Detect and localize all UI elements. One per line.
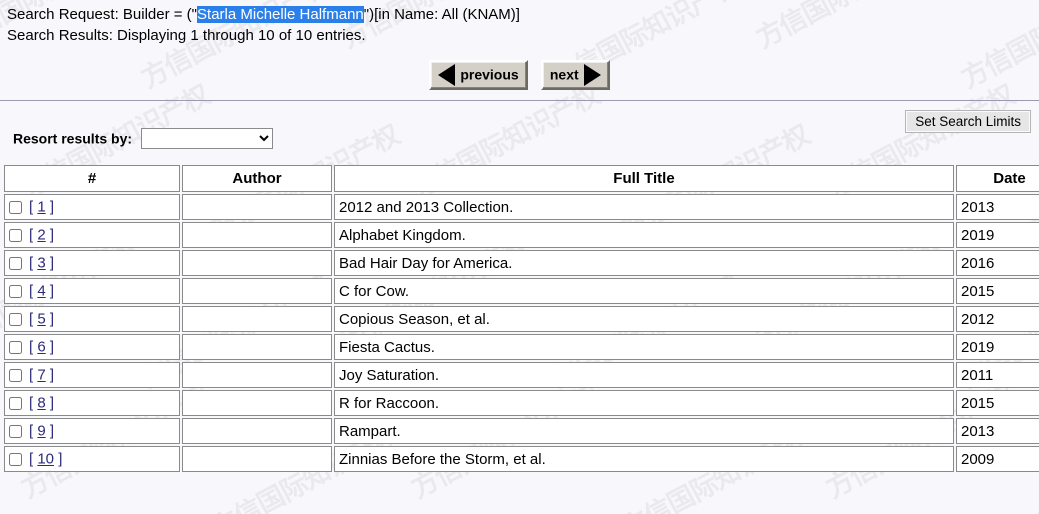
resort-control-group: Resort results by: (13, 128, 274, 149)
row-select-checkbox[interactable] (9, 256, 22, 270)
table-row: [ 3 ] Bad Hair Day for America. 2016 (4, 250, 1039, 276)
previous-button[interactable]: previous (429, 60, 528, 90)
row-number-cell: [ 3 ] (4, 250, 180, 276)
table-row: [ 8 ] R for Raccoon. 2015 (4, 390, 1039, 416)
row-title-cell: Copious Season, et al. (334, 306, 954, 332)
row-number-link[interactable]: [ 1 ] (29, 199, 54, 216)
row-title-cell: C for Cow. (334, 278, 954, 304)
row-number-cell: [ 5 ] (4, 306, 180, 332)
row-number-cell: [ 2 ] (4, 222, 180, 248)
row-author-cell (182, 334, 332, 360)
row-number-link[interactable]: [ 6 ] (29, 339, 54, 356)
row-number-link[interactable]: [ 2 ] (29, 227, 54, 244)
row-date-cell: 2013 (956, 194, 1039, 220)
row-date-cell: 2015 (956, 278, 1039, 304)
row-author-cell (182, 390, 332, 416)
row-number-link[interactable]: [ 7 ] (29, 367, 54, 384)
next-button-label: next (549, 66, 579, 83)
row-number-cell: [ 1 ] (4, 194, 180, 220)
column-header-title: Full Title (334, 165, 954, 192)
search-request-suffix: ")[in Name: All (KNAM)] (363, 6, 520, 23)
set-search-limits-button[interactable]: Set Search Limits (905, 110, 1031, 133)
row-number-link[interactable]: [ 5 ] (29, 311, 54, 328)
row-date-cell: 2019 (956, 334, 1039, 360)
row-title-cell: Joy Saturation. (334, 362, 954, 388)
resort-results-select[interactable] (141, 128, 274, 149)
row-author-cell (182, 362, 332, 388)
row-date-cell: 2012 (956, 306, 1039, 332)
column-header-number: # (4, 165, 180, 192)
search-request-line: Search Request: Builder = ("Starla Miche… (0, 0, 1039, 25)
table-row: [ 4 ] C for Cow. 2015 (4, 278, 1039, 304)
table-header-row: # Author Full Title Date (4, 165, 1039, 192)
row-date-cell: 2009 (956, 446, 1039, 472)
table-row: [ 9 ] Rampart. 2013 (4, 418, 1039, 444)
row-number-cell: [ 6 ] (4, 334, 180, 360)
table-row: [ 7 ] Joy Saturation. 2011 (4, 362, 1039, 388)
row-title-cell: Zinnias Before the Storm, et al. (334, 446, 954, 472)
row-title-cell: R for Raccoon. (334, 390, 954, 416)
row-number-link[interactable]: [ 3 ] (29, 255, 54, 272)
table-row: [ 1 ] 2012 and 2013 Collection. 2013 (4, 194, 1039, 220)
pagination-nav: previous next (0, 60, 1039, 94)
row-date-cell: 2013 (956, 418, 1039, 444)
search-results-line: Search Results: Displaying 1 through 10 … (7, 27, 366, 44)
row-author-cell (182, 222, 332, 248)
results-controls: Resort results by: Set Search Limits (0, 101, 1039, 163)
row-title-cell: Bad Hair Day for America. (334, 250, 954, 276)
row-number-link[interactable]: [ 4 ] (29, 283, 54, 300)
row-select-checkbox[interactable] (9, 200, 22, 214)
row-date-cell: 2011 (956, 362, 1039, 388)
row-date-cell: 2016 (956, 250, 1039, 276)
row-title-cell: Rampart. (334, 418, 954, 444)
row-date-cell: 2019 (956, 222, 1039, 248)
column-header-date: Date (956, 165, 1039, 192)
resort-label: Resort results by: (13, 130, 133, 147)
row-author-cell (182, 306, 332, 332)
row-number-link[interactable]: [ 9 ] (29, 423, 54, 440)
row-number-cell: [ 7 ] (4, 362, 180, 388)
row-select-checkbox[interactable] (9, 424, 22, 438)
row-select-checkbox[interactable] (9, 284, 22, 298)
arrow-right-icon (583, 64, 601, 86)
next-button[interactable]: next (540, 60, 610, 90)
row-select-checkbox[interactable] (9, 452, 22, 466)
row-number-cell: [ 10 ] (4, 446, 180, 472)
row-number-cell: [ 8 ] (4, 390, 180, 416)
row-author-cell (182, 446, 332, 472)
row-select-checkbox[interactable] (9, 312, 22, 326)
row-author-cell (182, 194, 332, 220)
row-title-cell: 2012 and 2013 Collection. (334, 194, 954, 220)
row-author-cell (182, 250, 332, 276)
column-header-author: Author (182, 165, 332, 192)
arrow-left-icon (438, 64, 456, 86)
row-number-cell: [ 4 ] (4, 278, 180, 304)
row-select-checkbox[interactable] (9, 228, 22, 242)
row-number-link[interactable]: [ 10 ] (29, 451, 62, 468)
table-row: [ 6 ] Fiesta Cactus. 2019 (4, 334, 1039, 360)
row-title-cell: Fiesta Cactus. (334, 334, 954, 360)
row-date-cell: 2015 (956, 390, 1039, 416)
search-results-table: # Author Full Title Date [ 1 ] 2012 and 2… (2, 163, 1039, 474)
previous-button-label: previous (460, 66, 519, 83)
row-number-link[interactable]: [ 8 ] (29, 395, 54, 412)
row-author-cell (182, 418, 332, 444)
row-number-cell: [ 9 ] (4, 418, 180, 444)
search-term-highlight: Starla Michelle Halfmann (197, 6, 364, 23)
table-row: [ 2 ] Alphabet Kingdom. 2019 (4, 222, 1039, 248)
search-request-prefix: Search Request: Builder = (" (7, 6, 198, 23)
row-title-cell: Alphabet Kingdom. (334, 222, 954, 248)
row-select-checkbox[interactable] (9, 368, 22, 382)
table-row: [ 10 ] Zinnias Before the Storm, et al. 20… (4, 446, 1039, 472)
row-select-checkbox[interactable] (9, 340, 22, 354)
table-row: [ 5 ] Copious Season, et al. 2012 (4, 306, 1039, 332)
row-author-cell (182, 278, 332, 304)
row-select-checkbox[interactable] (9, 396, 22, 410)
